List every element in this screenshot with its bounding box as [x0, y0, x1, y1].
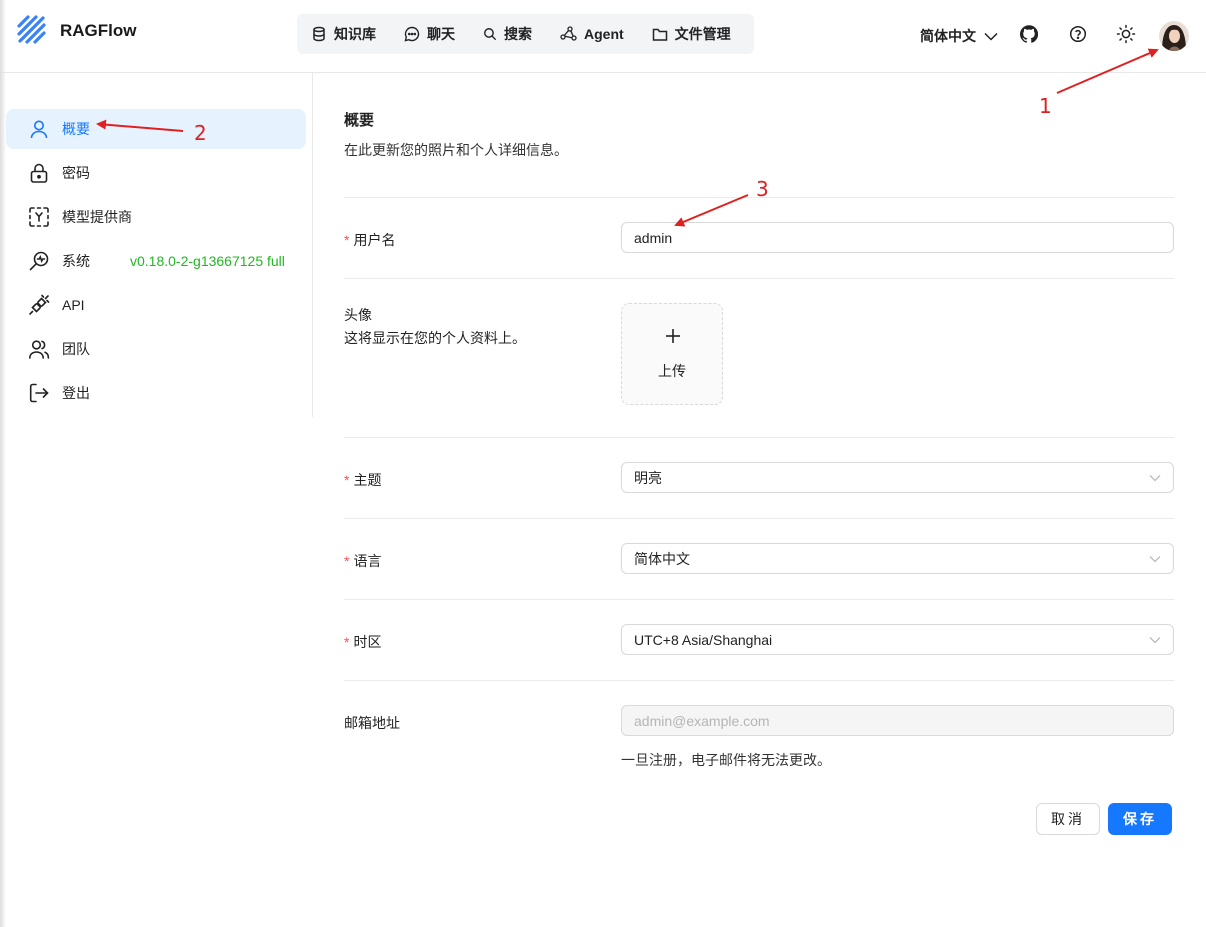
- team-icon: [29, 340, 50, 359]
- page-title: 概要: [344, 112, 375, 129]
- avatar-upload-button[interactable]: 上传: [621, 303, 723, 405]
- page-description: 在此更新您的照片和个人详细信息。: [344, 142, 568, 158]
- language-field-label: * 语言: [344, 551, 381, 571]
- divider: [344, 599, 1174, 600]
- annotation-number-3: 3: [756, 177, 769, 201]
- timezone-label: * 时区: [344, 632, 381, 652]
- version-label: v0.18.0-2-g13667125 full: [130, 253, 285, 269]
- language-label: 简体中文: [920, 28, 976, 44]
- sidebar-item-label: 团队: [62, 341, 90, 357]
- required-mark: *: [344, 472, 350, 488]
- system-search-icon: [29, 251, 49, 271]
- divider: [344, 680, 1174, 681]
- plus-icon: [666, 329, 680, 343]
- upload-label: 上传: [658, 363, 686, 379]
- nav-file-management[interactable]: 文件管理: [652, 14, 731, 54]
- nav-search[interactable]: 搜索: [483, 14, 532, 54]
- user-avatar[interactable]: [1159, 21, 1189, 51]
- nav-chat[interactable]: 聊天: [404, 14, 455, 54]
- username-label: * 用户名: [344, 230, 395, 250]
- theme-select[interactable]: 明亮: [621, 462, 1174, 493]
- github-icon: [1020, 25, 1038, 43]
- avatar-sublabel: 这将显示在您的个人资料上。: [344, 330, 526, 346]
- main-nav: 知识库 聊天 搜索 Agent 文件管理: [297, 14, 754, 54]
- logout-icon: [29, 383, 49, 403]
- email-placeholder: admin@example.com: [634, 712, 770, 729]
- required-mark: *: [344, 232, 350, 248]
- database-icon: [313, 26, 325, 42]
- chevron-down-icon: [1149, 555, 1161, 562]
- save-button[interactable]: 保存: [1108, 803, 1172, 835]
- theme-label: * 主题: [344, 470, 381, 490]
- sidebar-item-label: 模型提供商: [62, 209, 132, 225]
- brand-name: RAGFlow: [60, 21, 137, 40]
- nav-knowledge-base[interactable]: 知识库: [311, 14, 376, 54]
- sidebar-item-profile[interactable]: 概要: [6, 109, 306, 149]
- search-icon: [484, 28, 497, 41]
- top-header: RAGFlow 知识库 聊天 搜索 Agent 文件管理 简体中文: [0, 0, 1206, 73]
- github-button[interactable]: [1017, 22, 1041, 46]
- ragflow-logo-icon[interactable]: [16, 14, 48, 46]
- sidebar-item-api[interactable]: API: [6, 285, 306, 325]
- email-hint: 一旦注册，电子邮件将无法更改。: [621, 752, 831, 768]
- sidebar-item-label: 登出: [62, 385, 90, 401]
- email-label: 邮箱地址: [344, 715, 400, 731]
- sidebar-item-model-providers[interactable]: 模型提供商: [6, 197, 306, 237]
- nav-label: 聊天: [427, 26, 455, 42]
- timezone-select[interactable]: UTC+8 Asia/Shanghai: [621, 624, 1174, 655]
- theme-toggle-button[interactable]: [1114, 22, 1138, 46]
- username-label-text: 用户名: [353, 232, 396, 248]
- required-mark: *: [344, 634, 350, 650]
- annotation-arrow-3: [674, 194, 749, 227]
- sidebar-item-team[interactable]: 团队: [6, 329, 306, 369]
- username-value: admin: [634, 229, 673, 246]
- required-mark: *: [344, 553, 350, 569]
- avatar-label: 头像: [344, 307, 372, 323]
- settings-sidebar: 概要 密码 模型提供商 系统 v0.18.0-2-g13667125 full: [0, 73, 313, 417]
- timezone-label-text: 时区: [353, 634, 382, 650]
- language-select[interactable]: 简体中文: [621, 543, 1174, 574]
- sidebar-item-label: 系统: [62, 253, 90, 269]
- cancel-button[interactable]: 取消: [1036, 803, 1100, 835]
- sidebar-item-label: 密码: [62, 165, 90, 181]
- language-switcher[interactable]: 简体中文: [920, 26, 998, 46]
- divider: [344, 278, 1174, 279]
- username-input[interactable]: admin: [621, 222, 1174, 253]
- page-edge-shadow: [0, 0, 6, 927]
- language-value: 简体中文: [634, 550, 690, 567]
- sidebar-item-logout[interactable]: 登出: [6, 373, 306, 413]
- annotation-number-1: 1: [1039, 94, 1052, 118]
- divider: [344, 437, 1174, 438]
- help-button[interactable]: [1066, 22, 1090, 46]
- nav-label: Agent: [584, 26, 624, 42]
- theme-sun-icon: [1116, 24, 1136, 44]
- nav-label: 知识库: [334, 26, 376, 42]
- sidebar-item-label: 概要: [62, 121, 90, 137]
- annotation-number-2: 2: [194, 121, 207, 145]
- chevron-down-icon: [1149, 474, 1161, 481]
- sidebar-item-password[interactable]: 密码: [6, 153, 306, 193]
- lock-icon: [30, 163, 48, 183]
- model-provider-icon: [29, 207, 49, 227]
- nav-label: 搜索: [504, 26, 532, 42]
- help-icon: [1069, 25, 1087, 43]
- email-field[interactable]: admin@example.com: [621, 705, 1174, 736]
- avatar-photo: [1159, 21, 1189, 51]
- divider: [344, 518, 1174, 519]
- sidebar-item-label: API: [62, 297, 85, 313]
- nav-label: 文件管理: [674, 26, 731, 42]
- timezone-value: UTC+8 Asia/Shanghai: [634, 631, 773, 648]
- agent-graph-icon: [560, 26, 577, 41]
- chat-icon: [404, 26, 420, 42]
- chevron-down-icon: [1149, 636, 1161, 643]
- nav-agent[interactable]: Agent: [560, 14, 624, 54]
- theme-value: 明亮: [634, 469, 662, 486]
- plug-icon: [29, 294, 50, 315]
- language-label-text: 语言: [353, 553, 382, 569]
- chevron-down-icon: [984, 32, 998, 41]
- folder-icon: [652, 28, 667, 41]
- user-icon: [30, 120, 48, 139]
- theme-label-text: 主题: [353, 472, 382, 488]
